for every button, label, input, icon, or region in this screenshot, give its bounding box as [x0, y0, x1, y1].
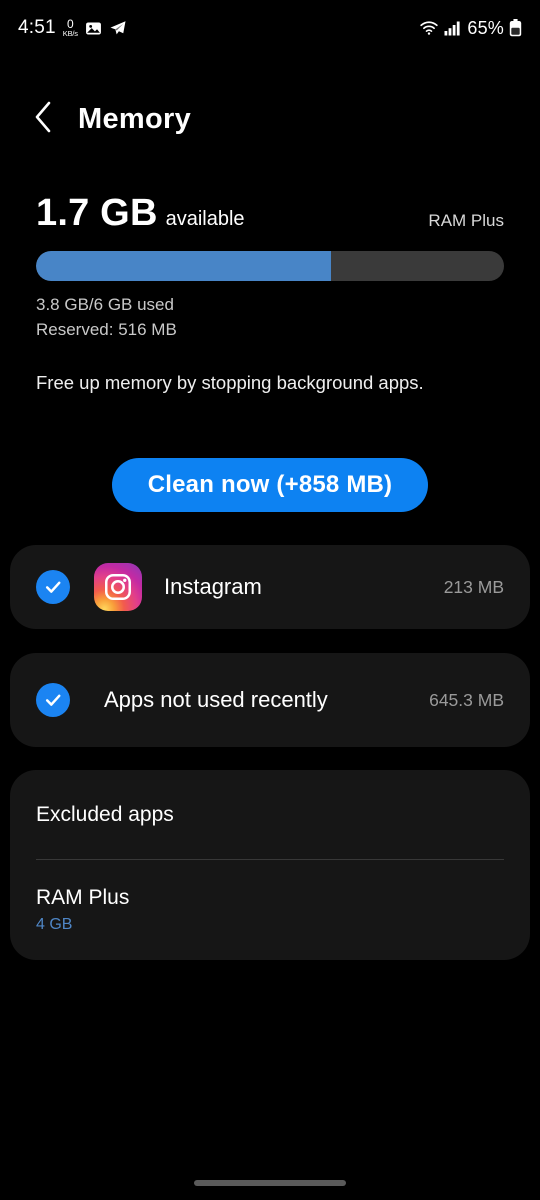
status-time: 4:51: [18, 17, 56, 38]
battery-percent: 65%: [467, 17, 504, 38]
app-card-unused-apps[interactable]: Apps not used recently 645.3 MB: [10, 653, 530, 747]
page-header: Memory: [0, 86, 540, 152]
free-up-hint: Free up memory by stopping background ap…: [36, 372, 424, 394]
clean-now-button[interactable]: Clean now (+858 MB): [111, 458, 429, 512]
usage-text-block: 3.8 GB/6 GB used Reserved: 516 MB: [36, 293, 504, 342]
status-bar-right: 65%: [419, 18, 522, 39]
checkbox-instagram[interactable]: [36, 570, 70, 604]
excluded-apps-row[interactable]: Excluded apps: [36, 770, 504, 859]
back-chevron-icon: [32, 100, 54, 139]
cellular-signal-icon: [444, 20, 462, 36]
phone-screen: 4:51 0 KB/s 65% Memory 1.7 GB available …: [0, 0, 540, 1200]
photos-icon: [85, 20, 102, 37]
usage-reserved-text: Reserved: 516 MB: [36, 319, 177, 339]
memory-summary: 1.7 GB available RAM Plus 3.8 GB/6 GB us…: [0, 192, 540, 394]
data-rate-indicator: 0 KB/s: [63, 18, 78, 38]
ram-plus-title: RAM Plus: [36, 886, 130, 909]
wifi-icon: [419, 20, 439, 36]
usage-used-text: 3.8 GB/6 GB used: [36, 295, 174, 314]
ram-plus-tag: RAM Plus: [428, 211, 504, 230]
app-card-instagram[interactable]: Instagram 213 MB: [10, 545, 530, 629]
clean-button-container: Clean now (+858 MB): [0, 458, 540, 512]
excluded-apps-card: Excluded apps RAM Plus 4 GB: [10, 770, 530, 960]
ram-plus-subtitle: 4 GB: [36, 916, 73, 933]
data-rate-unit: KB/s: [62, 29, 78, 39]
back-button[interactable]: [30, 100, 56, 139]
available-memory: 1.7 GB available: [36, 192, 245, 235]
memory-progress-bar: [36, 251, 504, 281]
battery-icon: [509, 19, 522, 37]
summary-top-row: 1.7 GB available RAM Plus: [36, 192, 504, 235]
app-size: 213 MB: [443, 576, 504, 597]
status-bar: 4:51 0 KB/s 65%: [0, 0, 540, 56]
ram-plus-row[interactable]: RAM Plus 4 GB: [36, 860, 504, 960]
memory-progress-fill: [36, 251, 331, 281]
home-indicator[interactable]: [194, 1180, 346, 1186]
table-row[interactable]: Instagram 213 MB: [10, 545, 530, 629]
app-size: 645.3 MB: [429, 689, 504, 710]
app-name: Instagram: [164, 574, 262, 599]
page-title: Memory: [78, 102, 191, 135]
checkbox-unused-apps[interactable]: [36, 683, 70, 717]
available-label: available: [165, 208, 245, 230]
table-row[interactable]: Apps not used recently 645.3 MB: [10, 653, 530, 747]
available-value: 1.7 GB: [36, 192, 158, 234]
app-name: Apps not used recently: [104, 687, 328, 712]
instagram-icon: [94, 563, 142, 611]
telegram-icon: [109, 19, 127, 37]
status-bar-left: 4:51 0 KB/s: [18, 17, 127, 39]
excluded-apps-title: Excluded apps: [36, 802, 174, 826]
